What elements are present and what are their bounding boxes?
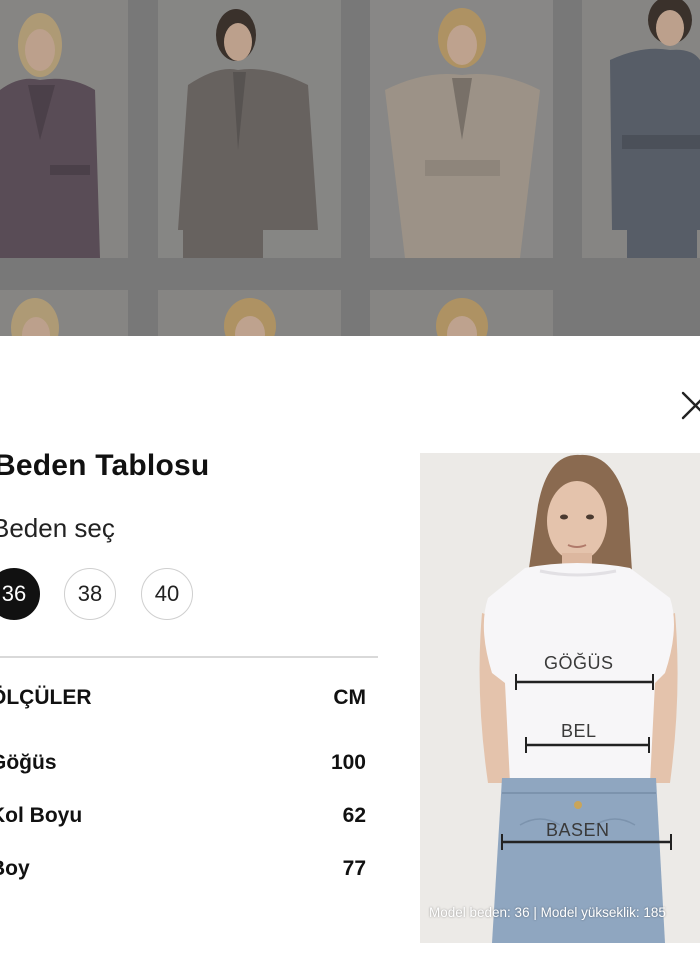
close-icon [681, 391, 700, 420]
table-row-label: Göğüs [0, 751, 57, 774]
table-row-value: 77 [342, 857, 366, 880]
product-image-1 [0, 13, 100, 258]
product-image-4 [610, 0, 700, 258]
product-tile-6[interactable] [158, 290, 341, 336]
chest-measure-label: GÖĞÜS [544, 653, 614, 673]
table-header-unit: CM [333, 686, 366, 709]
model-illustration [420, 453, 700, 943]
table-divider [0, 656, 378, 658]
waist-measure-label: BEL [561, 721, 597, 741]
product-tile-2[interactable] [158, 0, 341, 258]
modal-title: Beden Tablosu [0, 449, 210, 482]
product-image-7 [436, 298, 488, 336]
table-row-value: 100 [330, 751, 366, 774]
table-row-label: Kol Boyu [0, 804, 83, 827]
measurement-guide-image: GÖĞÜS BEL BASEN Model beden: 36 | Model … [420, 453, 700, 943]
table-row-label: Boy [0, 857, 30, 880]
product-tile-1[interactable] [0, 0, 128, 258]
table-row-value: 62 [342, 804, 366, 827]
product-image-6 [224, 298, 276, 336]
model-info-caption: Model beden: 36 | Model yükseklik: 185 [429, 905, 666, 920]
product-tile-4[interactable] [582, 0, 700, 258]
product-image-5 [11, 298, 59, 336]
close-button[interactable] [676, 388, 700, 422]
size-option-38[interactable]: 38 [64, 568, 116, 620]
hip-measure-label: BASEN [546, 820, 610, 840]
product-image-3 [385, 8, 540, 258]
product-image-2 [178, 9, 318, 258]
product-tile-3[interactable] [370, 0, 553, 258]
table-header-label: ÖLÇÜLER [0, 686, 92, 709]
product-grid-background [0, 0, 700, 336]
size-option-40[interactable]: 40 [141, 568, 193, 620]
size-select-label: Beden seç [0, 513, 115, 543]
product-tile-7[interactable] [370, 290, 553, 336]
product-tile-5[interactable] [0, 290, 128, 336]
